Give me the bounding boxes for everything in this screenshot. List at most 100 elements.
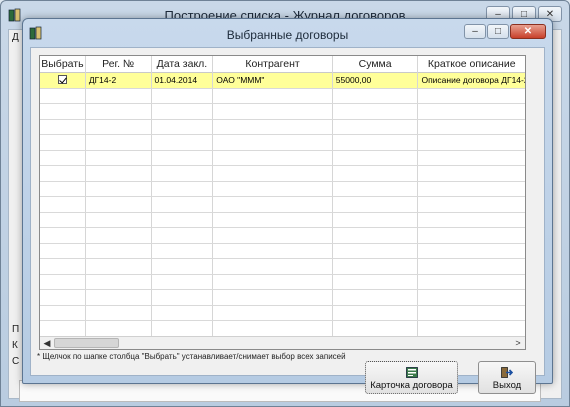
table-row[interactable] [40,88,525,104]
table-row[interactable] [40,135,525,151]
column-header-counterparty[interactable]: Контрагент [213,56,333,73]
table-cell [40,212,86,227]
column-header-description[interactable]: Краткое описание [418,56,525,73]
table-cell [86,259,152,274]
table-row[interactable] [40,259,525,275]
table-cell [418,259,525,274]
column-header-select[interactable]: Выбрать [40,56,86,73]
table-cell [152,243,214,258]
contract-card-button[interactable]: Карточка договора [365,361,458,394]
table-cell [152,166,214,181]
table-cell [418,120,525,135]
side-label: С [12,356,20,367]
table-cell [418,166,525,181]
table-cell [418,89,525,104]
table-cell [418,275,525,290]
table-body: ДГ14-2 01.04.2014 ОАО "МММ" 55000,00 Опи… [40,73,525,349]
table-cell [333,259,419,274]
column-header-reg-no[interactable]: Рег. № [86,56,152,73]
exit-icon [501,367,513,378]
table-cell [152,212,214,227]
table-cell [152,181,214,196]
table-cell [40,290,86,305]
table-cell [40,321,86,336]
table-row[interactable] [40,228,525,244]
table-row[interactable] [40,181,525,197]
dialog-close-button[interactable]: ✕ [510,24,546,39]
dialog-minimize-button[interactable]: – [464,24,486,39]
table-cell [213,88,333,103]
table-cell [418,244,525,259]
hint-text: * Щелчок по шапке столбца "Выбрать" уста… [37,352,346,361]
table-header: Выбрать Рег. № Дата закл. Контрагент Сум… [40,56,525,73]
exit-button[interactable]: Выход [478,361,536,394]
table-cell [213,274,333,289]
table-cell [418,228,525,243]
table-cell [40,305,86,320]
description-cell: Описание договора ДГ14-2 [421,75,525,85]
table-row[interactable] [40,104,525,120]
table-cell [152,274,214,289]
table-cell [333,150,419,165]
table-row[interactable] [40,150,525,166]
table-cell [213,181,333,196]
table-row[interactable] [40,119,525,135]
row-checkbox[interactable] [57,75,67,84]
table-cell [213,212,333,227]
table-cell [40,150,86,165]
select-cell[interactable] [40,73,86,88]
reg-no-cell: ДГ14-2 [86,73,152,88]
table-cell [86,212,152,227]
table-cell [40,181,86,196]
dialog-titlebar: Выбранные договоры – □ ✕ [23,19,552,47]
side-label: П [12,324,20,335]
table-cell [40,104,86,119]
table-row[interactable] [40,212,525,228]
table-cell [86,290,152,305]
table-row[interactable] [40,290,525,306]
table-cell [418,151,525,166]
side-label: К [12,340,18,351]
scroll-left-icon[interactable]: ◀ [40,337,54,349]
table-cell [152,259,214,274]
table-cell [418,182,525,197]
counterparty-cell: ОАО "МММ" [213,73,333,88]
table-row[interactable]: ДГ14-2 01.04.2014 ОАО "МММ" 55000,00 Опи… [40,73,525,89]
table-cell [152,104,214,119]
horizontal-scrollbar-thumb[interactable] [54,338,119,348]
sum-cell: 55000,00 [333,73,419,88]
selected-contracts-dialog: Выбранные договоры – □ ✕ Выбрать Рег. № … [22,18,553,394]
table-cell [40,197,86,212]
table-cell [152,150,214,165]
table-cell [213,104,333,119]
table-cell [213,166,333,181]
table-row[interactable] [40,166,525,182]
scroll-right-icon[interactable]: > [511,337,525,349]
dialog-maximize-button[interactable]: □ [487,24,509,39]
table-row[interactable] [40,321,525,337]
table-row[interactable] [40,197,525,213]
contracts-table[interactable]: Выбрать Рег. № Дата закл. Контрагент Сум… [39,55,526,350]
table-cell [152,197,214,212]
table-cell [86,119,152,134]
table-cell [86,243,152,258]
side-label: Д [12,32,19,43]
table-cell [152,135,214,150]
table-cell [40,166,86,181]
dialog-client: Выбрать Рег. № Дата закл. Контрагент Сум… [30,47,545,394]
table-cell [333,197,419,212]
table-cell [213,150,333,165]
horizontal-scrollbar[interactable]: ◀ > [40,336,525,349]
column-header-sum[interactable]: Сумма [333,56,419,73]
table-cell [213,197,333,212]
table-row[interactable] [40,274,525,290]
table-cell [213,290,333,305]
table-row[interactable] [40,243,525,259]
table-row[interactable] [40,305,525,321]
table-cell [40,228,86,243]
table-cell [418,321,525,336]
column-header-date[interactable]: Дата закл. [152,56,214,73]
table-cell [86,321,152,336]
table-cell [418,306,525,321]
table-cell [86,197,152,212]
